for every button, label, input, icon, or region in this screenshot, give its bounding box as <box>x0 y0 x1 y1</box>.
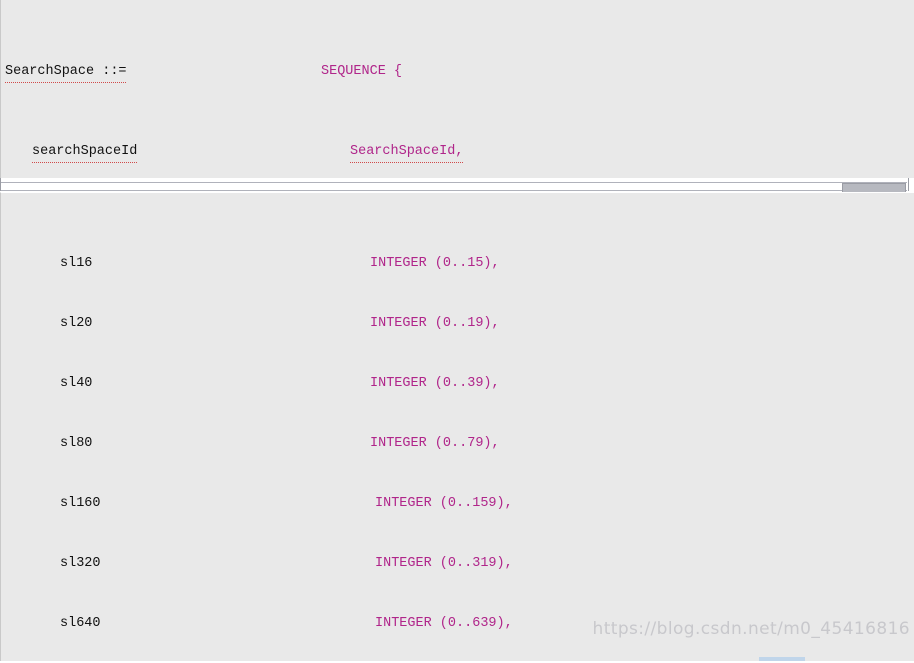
field-name: sl80 <box>60 436 93 451</box>
field-type: SearchSpaceId, <box>350 142 464 163</box>
scrollbar-track[interactable] <box>1 182 907 194</box>
field-type: INTEGER (0..159), <box>375 496 513 511</box>
scrollbar-right-cap <box>908 178 909 191</box>
code-line: SearchSpace ::= SEQUENCE { <box>3 62 914 83</box>
field-type: INTEGER (0..79), <box>370 436 500 451</box>
code-pane-bottom[interactable]: sl16 INTEGER (0..15), sl20 INTEGER (0..1… <box>0 192 914 663</box>
scrollbar-left-cap <box>0 178 1 191</box>
field-type: INTEGER (0..15), <box>370 256 500 271</box>
code-line: sl80 INTEGER (0..79), <box>3 434 914 454</box>
field-name: sl20 <box>60 316 93 331</box>
field-name: SearchSpace ::= <box>5 62 127 83</box>
asn1-document: SearchSpace ::= SEQUENCE { searchSpaceId… <box>0 0 914 663</box>
field-name: searchSpaceId <box>32 142 138 163</box>
code-line: sl20 INTEGER (0..19), <box>3 314 914 334</box>
field-name: sl40 <box>60 376 93 391</box>
code-line: sl16 INTEGER (0..15), <box>3 254 914 274</box>
code-pane-top[interactable]: SearchSpace ::= SEQUENCE { searchSpaceId… <box>0 0 914 178</box>
field-type: INTEGER (0..639), <box>375 616 513 631</box>
field-type: INTEGER (0..19), <box>370 316 500 331</box>
code-line: sl640 INTEGER (0..639), <box>3 614 914 634</box>
code-block-bottom: sl16 INTEGER (0..15), sl20 INTEGER (0..1… <box>1 193 914 663</box>
code-line: searchSpaceId SearchSpaceId, <box>3 142 914 163</box>
field-name: sl640 <box>60 616 101 631</box>
field-name: sl160 <box>60 496 101 511</box>
field-type: INTEGER (0..319), <box>375 556 513 571</box>
code-block-top: SearchSpace ::= SEQUENCE { searchSpaceId… <box>1 0 914 178</box>
field-name: sl16 <box>60 256 93 271</box>
horizontal-scrollbar[interactable] <box>0 178 914 194</box>
code-line: sl40 INTEGER (0..39), <box>3 374 914 394</box>
code-line: sl320 INTEGER (0..319), <box>3 554 914 574</box>
field-type: INTEGER (0..39), <box>370 376 500 391</box>
field-type: SEQUENCE { <box>321 64 403 79</box>
code-line: sl160 INTEGER (0..159), <box>3 494 914 514</box>
field-name: sl320 <box>60 556 101 571</box>
